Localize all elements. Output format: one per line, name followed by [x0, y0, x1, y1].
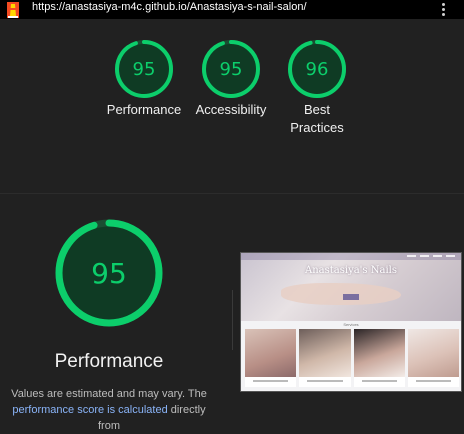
browser-bar: https://anastasiya-m4c.github.io/Anastas… [0, 0, 464, 19]
score-value-large: 95 [91, 257, 127, 290]
lighthouse-icon [7, 2, 19, 18]
gauge-performance[interactable]: 95 Performance [99, 39, 189, 119]
score-value: 95 [220, 59, 243, 80]
gauge-performance-large[interactable]: 95 [40, 215, 180, 340]
score-value: 96 [306, 59, 329, 80]
screenshot-site-title: Anastasiya's Nails [305, 265, 397, 276]
gauge-ring: 95 [202, 40, 260, 98]
final-screenshot-thumbnail[interactable]: Anastasiya's Nails Services [240, 252, 462, 392]
gauge-ring-large: 95 [55, 219, 163, 327]
gauge-label: Performance [106, 102, 182, 117]
vertical-divider [232, 290, 233, 350]
gauge-label: Best Practices [290, 102, 344, 135]
score-value: 95 [133, 59, 156, 80]
screenshot-section-label: Services [343, 322, 359, 327]
screenshot-hand-image [281, 283, 401, 305]
section-divider [0, 193, 464, 194]
service-card [353, 329, 405, 387]
service-card [299, 329, 351, 387]
gauge-ring: 95 [115, 40, 173, 98]
screenshot-navbar [241, 253, 461, 260]
gauge-label: Accessibility [195, 102, 267, 117]
score-calculation-link[interactable]: performance score is calculated [12, 404, 167, 416]
category-title: Performance [54, 351, 164, 372]
gauge-ring: 96 [288, 40, 346, 98]
kebab-menu-icon[interactable] [438, 0, 448, 19]
screenshot-hero-button [343, 294, 359, 300]
gauge-best-practices[interactable]: 96 Best Practices [272, 39, 362, 137]
gauge-accessibility[interactable]: 95 Accessibility [186, 39, 276, 119]
category-description: Values are estimated and may vary. The p… [0, 386, 218, 434]
description-text: Values are estimated and may vary. The [11, 388, 207, 400]
screenshot-service-cards [245, 329, 459, 387]
service-card [245, 329, 297, 387]
page-url[interactable]: https://anastasiya-m4c.github.io/Anastas… [32, 1, 307, 13]
service-card [407, 329, 459, 387]
